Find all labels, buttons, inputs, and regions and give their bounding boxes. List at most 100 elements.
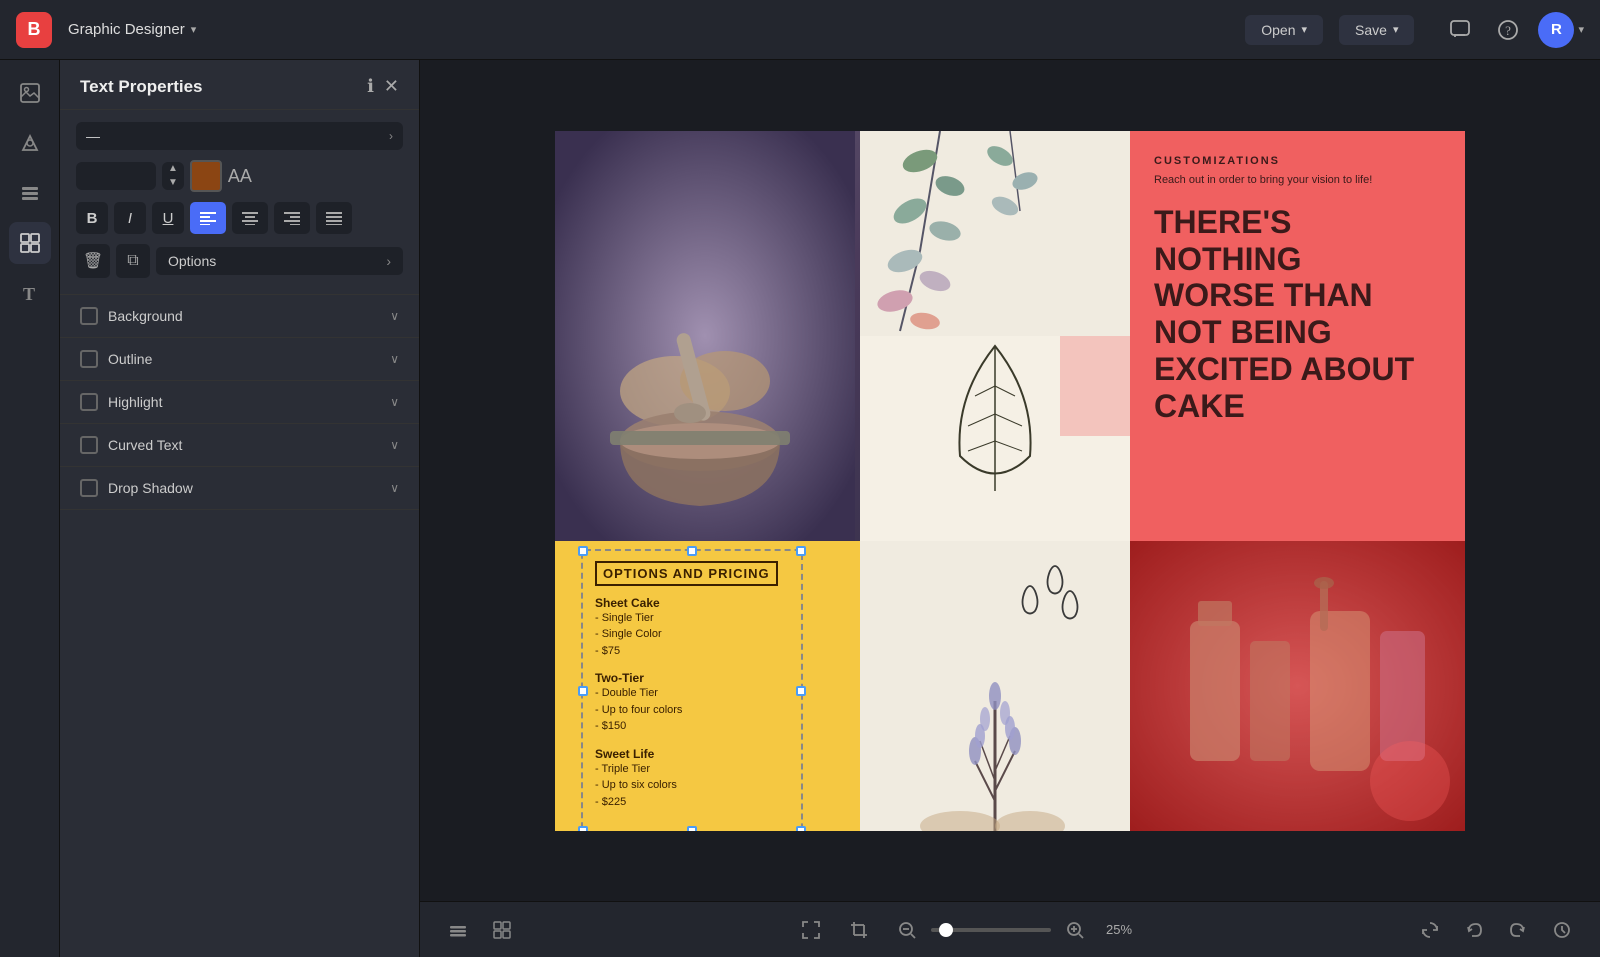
zoom-out-button[interactable] [889, 912, 925, 948]
font-size-spinner: ▲ ▼ [162, 162, 184, 190]
duplicate-button[interactable]: ⧉ [116, 244, 150, 278]
redo-button[interactable] [1500, 912, 1536, 948]
font-size-up-button[interactable]: ▲ [162, 162, 184, 176]
app-name-dropdown[interactable]: Graphic Designer ▾ [68, 21, 196, 38]
avatar-dropdown[interactable]: R ▾ [1538, 12, 1584, 48]
handle-mr[interactable] [796, 686, 806, 696]
zoom-percent-label: 25% [1099, 922, 1139, 937]
drop-shadow-checkbox[interactable] [80, 479, 98, 497]
app-logo[interactable]: B [16, 12, 52, 48]
sidebar-design-button[interactable] [9, 122, 51, 164]
drop-shadow-expand-chevron: ∨ [390, 481, 399, 495]
main-area: T Text Properties ℹ ✕ — › ▲ ▼ AA [0, 60, 1600, 957]
panel-info-button[interactable]: ℹ [367, 76, 374, 97]
panel-header: Text Properties ℹ ✕ [60, 60, 419, 110]
app-name-label: Graphic Designer [68, 21, 185, 38]
font-size-down-button[interactable]: ▼ [162, 176, 184, 190]
delete-button[interactable]: 🗑 [76, 244, 110, 278]
bottom-bar: 25% [420, 901, 1600, 957]
user-avatar: R [1538, 12, 1574, 48]
undo-button[interactable] [1456, 912, 1492, 948]
align-justify-button[interactable] [316, 202, 352, 234]
font-size-row: ▲ ▼ AA [76, 160, 403, 192]
background-checkbox[interactable] [80, 307, 98, 325]
fullscreen-button[interactable] [793, 912, 829, 948]
options-chevron: › [386, 253, 391, 269]
plants-drops-cell [860, 541, 1130, 831]
align-center-button[interactable] [232, 202, 268, 234]
outline-label: Outline [108, 351, 152, 367]
sidebar-layers-button[interactable] [9, 172, 51, 214]
handle-tr[interactable] [796, 546, 806, 556]
highlight-expand-chevron: ∨ [390, 395, 399, 409]
text-size-scale-icon[interactable]: AA [228, 166, 252, 187]
bottom-center-controls: 25% [520, 912, 1412, 948]
handle-bc[interactable] [687, 826, 697, 831]
save-button[interactable]: Save ▾ [1339, 15, 1414, 45]
customizations-heading: CUSTOMIZATIONS [1154, 155, 1441, 167]
zoom-in-button[interactable] [1057, 912, 1093, 948]
icon-sidebar: T [0, 60, 60, 957]
background-property-row[interactable]: Background ∨ [60, 295, 419, 338]
history-button[interactable] [1544, 912, 1580, 948]
grid-bottom-button[interactable] [484, 912, 520, 948]
text-properties-panel: Text Properties ℹ ✕ — › ▲ ▼ AA B [60, 60, 420, 957]
zoom-control: 25% [889, 912, 1139, 948]
plants-bottom-cell [860, 336, 1130, 541]
font-family-display: — [86, 128, 383, 144]
outline-property-row[interactable]: Outline ∨ [60, 338, 419, 381]
chat-icon-button[interactable] [1442, 12, 1478, 48]
panel-close-button[interactable]: ✕ [384, 76, 399, 97]
outline-expand-chevron: ∨ [390, 352, 399, 366]
background-expand-chevron: ∨ [390, 309, 399, 323]
drop-shadow-label: Drop Shadow [108, 480, 193, 496]
background-label: Background [108, 308, 183, 324]
mortar-photo-cell [555, 131, 860, 541]
svg-text:T: T [23, 284, 35, 304]
crop-button[interactable] [841, 912, 877, 948]
bottom-right-controls [1412, 912, 1580, 948]
align-right-button[interactable] [274, 202, 310, 234]
yellow-pricing-cell: OPTIONS AND PRICING Sheet Cake - Single … [555, 541, 860, 831]
handle-br[interactable] [796, 826, 806, 831]
bold-button[interactable]: B [76, 202, 108, 234]
tool-row: 🗑 ⧉ Options › [76, 244, 403, 278]
sidebar-text-button[interactable]: T [9, 272, 51, 314]
font-size-input[interactable] [76, 162, 156, 190]
underline-button[interactable]: U [152, 202, 184, 234]
curved-text-checkbox[interactable] [80, 436, 98, 454]
curved-text-property-row[interactable]: Curved Text ∨ [60, 424, 419, 467]
bottles-photo-cell [1130, 541, 1465, 831]
topbar: B Graphic Designer ▾ Open ▾ Save ▾ ? R ▾ [0, 0, 1600, 60]
highlight-property-row[interactable]: Highlight ∨ [60, 381, 419, 424]
italic-button[interactable]: I [114, 202, 146, 234]
curved-text-expand-chevron: ∨ [390, 438, 399, 452]
open-button[interactable]: Open ▾ [1245, 15, 1323, 45]
highlight-checkbox[interactable] [80, 393, 98, 411]
drop-shadow-property-row[interactable]: Drop Shadow ∨ [60, 467, 419, 510]
bottom-left-controls [440, 912, 520, 948]
outline-checkbox[interactable] [80, 350, 98, 368]
font-family-arrow: › [389, 129, 393, 143]
refresh-button[interactable] [1412, 912, 1448, 948]
font-family-row: — › [76, 122, 403, 150]
app-name-chevron: ▾ [191, 23, 197, 36]
align-left-button[interactable] [190, 202, 226, 234]
red-section-cell: CUSTOMIZATIONS Reach out in order to bri… [1130, 131, 1465, 541]
handle-tl[interactable] [578, 546, 588, 556]
format-buttons-row: B I U [76, 202, 403, 234]
canvas-main: CUSTOMIZATIONS Reach out in order to bri… [420, 60, 1600, 901]
highlight-label: Highlight [108, 394, 162, 410]
design-canvas: CUSTOMIZATIONS Reach out in order to bri… [555, 131, 1465, 831]
zoom-slider[interactable] [931, 928, 1051, 932]
sidebar-images-button[interactable] [9, 72, 51, 114]
handle-ml[interactable] [578, 686, 588, 696]
layers-bottom-button[interactable] [440, 912, 476, 948]
handle-tc[interactable] [687, 546, 697, 556]
options-button[interactable]: Options › [156, 247, 403, 275]
text-color-swatch[interactable] [190, 160, 222, 192]
sidebar-elements-button[interactable] [9, 222, 51, 264]
handle-bl[interactable] [578, 826, 588, 831]
canvas-area: CUSTOMIZATIONS Reach out in order to bri… [420, 60, 1600, 957]
help-icon-button[interactable]: ? [1490, 12, 1526, 48]
